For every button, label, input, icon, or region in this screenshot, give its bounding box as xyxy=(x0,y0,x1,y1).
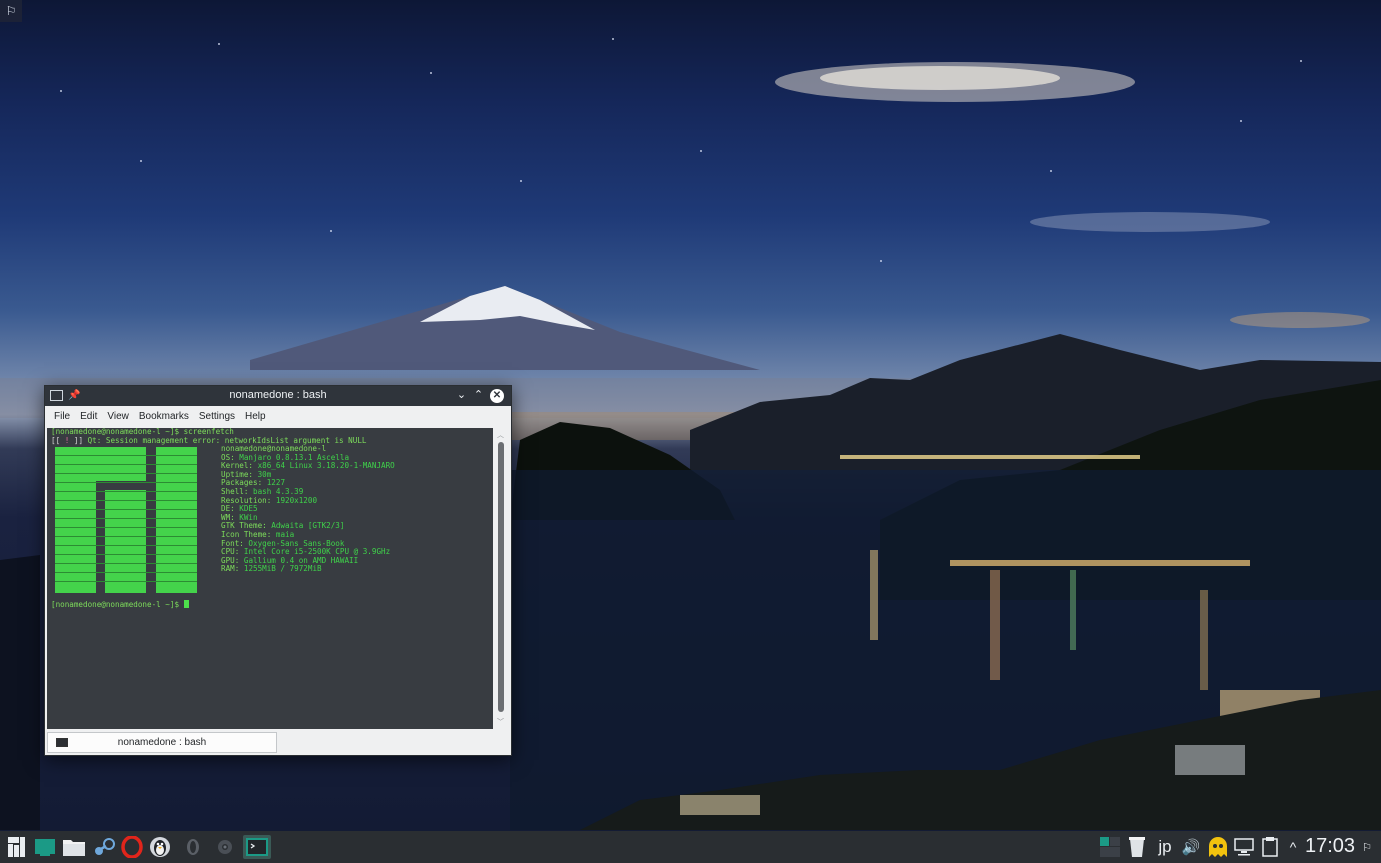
window-title: nonamedone : bash xyxy=(229,389,327,401)
ghost-icon[interactable] xyxy=(1207,837,1229,857)
active-task-icon[interactable] xyxy=(34,835,56,859)
terminal-line-prompt: [nonamedone@nonamedone-l ~]$ xyxy=(51,600,189,610)
scroll-up-icon[interactable]: ︿ xyxy=(497,430,504,440)
file-manager-icon[interactable] xyxy=(62,835,86,859)
menu-view[interactable]: View xyxy=(102,411,134,422)
konsole-icon[interactable] xyxy=(243,835,271,859)
taskbar: jp 🔊 ^ 17:03 ⚐ xyxy=(0,831,1381,863)
volume-icon[interactable]: 🔊 xyxy=(1180,837,1202,857)
manjaro-logo xyxy=(55,447,197,593)
menu-bookmarks[interactable]: Bookmarks xyxy=(134,411,194,422)
menu-file[interactable]: File xyxy=(49,411,75,422)
error-prefix: [[ ! ]] xyxy=(51,435,84,445)
clock[interactable]: 17:03 xyxy=(1305,835,1355,858)
keyboard-layout-indicator[interactable]: jp xyxy=(1152,837,1178,857)
prompt: [nonamedone@nonamedone-l ~]$ xyxy=(51,600,184,609)
tab-label: nonamedone : bash xyxy=(117,737,207,748)
cursor xyxy=(183,600,189,608)
linux-tux-icon[interactable] xyxy=(148,835,172,859)
menu-help[interactable]: Help xyxy=(240,411,271,422)
window-titlebar[interactable]: 📌 nonamedone : bash ⌄ ⌃ ✕ xyxy=(45,386,511,406)
info-row: RAM: 1255MiB / 7972MiB xyxy=(221,564,322,574)
steam-icon[interactable] xyxy=(92,835,116,859)
opera-icon[interactable] xyxy=(120,835,144,859)
disabled-app-icon[interactable] xyxy=(182,835,204,859)
audio-app-icon[interactable] xyxy=(214,835,236,859)
scrollbar-thumb[interactable] xyxy=(498,442,504,712)
tab-bar: nonamedone : bash xyxy=(45,730,511,755)
close-button[interactable]: ✕ xyxy=(490,389,504,403)
terminal-scrollbar[interactable]: ︿ ﹀ xyxy=(494,428,509,729)
trash-icon[interactable] xyxy=(1126,837,1148,857)
pager-icon[interactable] xyxy=(1099,837,1121,857)
menu-settings[interactable]: Settings xyxy=(194,411,240,422)
menu-bar: File Edit View Bookmarks Settings Help xyxy=(45,406,511,426)
terminal-output[interactable]: [nonamedone@nonamedone-l ~]$ screenfetch… xyxy=(47,428,493,729)
desktop-toolbox-button[interactable]: ⚐ xyxy=(0,0,22,22)
clipboard-icon[interactable] xyxy=(1259,837,1281,857)
panel-toolbox-icon[interactable]: ⚐ xyxy=(1359,837,1375,857)
konsole-window: 📌 nonamedone : bash ⌄ ⌃ ✕ File Edit View… xyxy=(44,385,512,756)
minimize-button[interactable]: ⌄ xyxy=(455,389,468,402)
scroll-down-icon[interactable]: ﹀ xyxy=(497,717,504,727)
expand-tray-icon[interactable]: ^ xyxy=(1284,837,1302,857)
menu-edit[interactable]: Edit xyxy=(75,411,102,422)
network-icon[interactable] xyxy=(1233,837,1255,857)
tab-bash-session[interactable]: nonamedone : bash xyxy=(47,732,277,753)
application-menu-icon[interactable] xyxy=(6,835,28,859)
maximize-button[interactable]: ⌃ xyxy=(472,389,485,402)
